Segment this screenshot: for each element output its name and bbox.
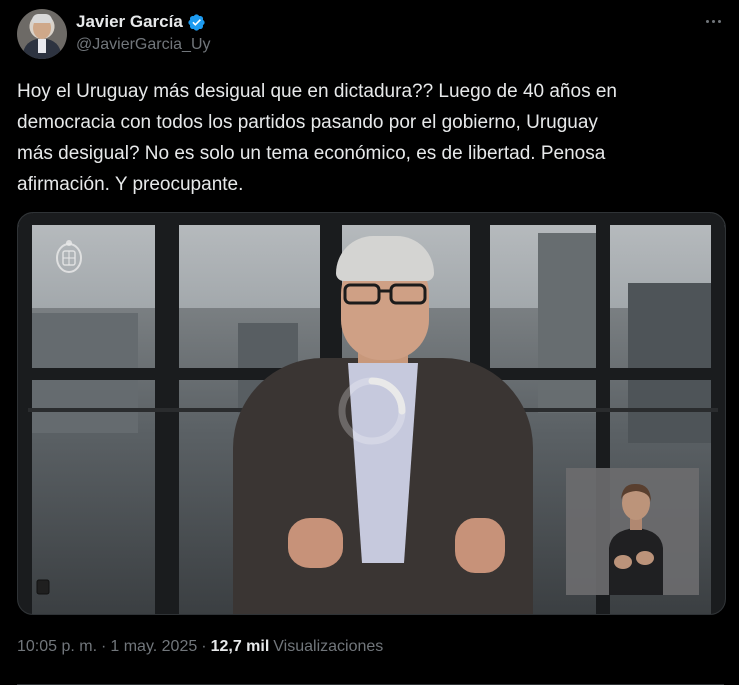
loading-spinner-icon — [338, 377, 406, 445]
author-name-row[interactable]: Javier García — [76, 11, 206, 33]
author-handle[interactable]: @JavierGarcia_Uy — [76, 36, 211, 54]
meta-separator: · — [101, 638, 107, 655]
tweet-metadata: 10:05 p. m. · 1 may. 2025 · 12,7 mil Vis… — [17, 638, 383, 656]
video-corner-icon — [36, 579, 50, 595]
meta-separator: · — [201, 638, 207, 655]
tweet-text: Hoy el Uruguay más desigual que en dicta… — [17, 81, 617, 195]
tweet: Javier García @JavierGarcia_Uy Hoy el Ur… — [0, 0, 739, 685]
tweet-date[interactable]: 1 may. 2025 — [110, 638, 197, 656]
author-display-name[interactable]: Javier García — [76, 12, 183, 32]
tweet-time[interactable]: 10:05 p. m. — [17, 638, 97, 656]
views-label: Visualizaciones — [273, 638, 384, 655]
more-options-icon[interactable] — [702, 10, 724, 32]
sign-language-interpreter — [566, 468, 699, 595]
video-player[interactable] — [17, 212, 726, 615]
avatar[interactable] — [17, 9, 67, 59]
verified-badge-icon — [188, 13, 205, 31]
views-count: 12,7 mil — [210, 638, 270, 655]
coat-of-arms-icon — [56, 240, 82, 273]
